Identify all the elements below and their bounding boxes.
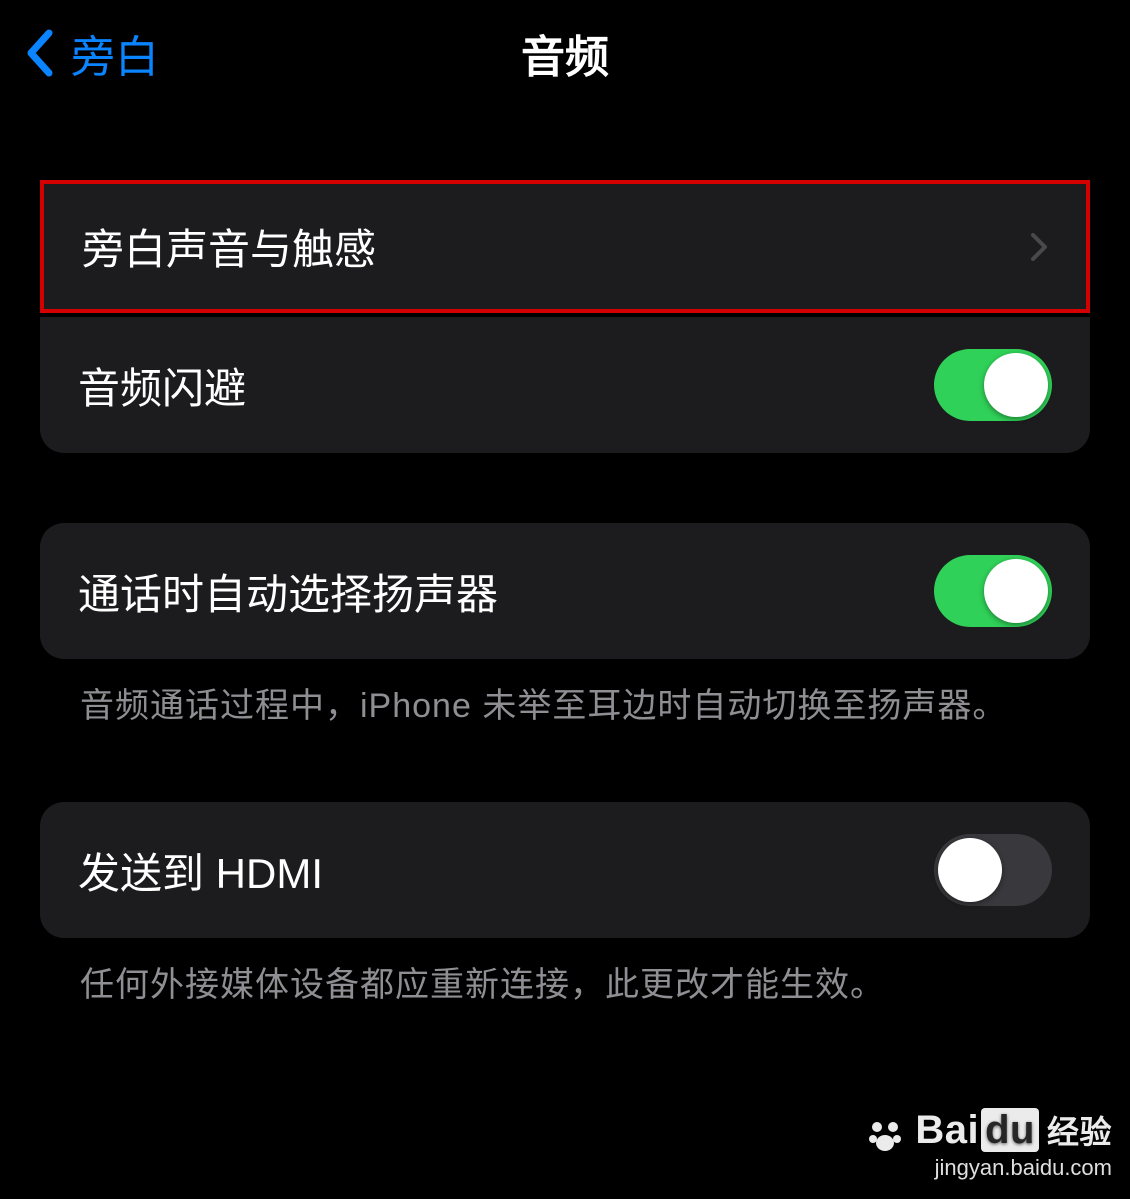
page-title: 音频 [521,21,609,85]
audio-ducking-row: 音频闪避 [40,317,1090,453]
settings-group-3: 发送到 HDMI 任何外接媒体设备都应重新连接，此更改才能生效。 [40,802,1090,1011]
chevron-right-icon [1030,232,1048,262]
settings-group-2: 通话时自动选择扬声器 音频通话过程中，iPhone 未举至耳边时自动切换至扬声器… [40,523,1090,732]
switch-knob [984,353,1048,417]
send-to-hdmi-toggle[interactable] [934,834,1052,906]
chevron-left-icon [25,29,53,77]
row-label: 通话时自动选择扬声器 [78,561,498,622]
switch-knob [984,559,1048,623]
row-label: 旁白声音与触感 [82,216,376,277]
send-to-hdmi-row: 发送到 HDMI [40,802,1090,938]
watermark-brand: Baidu [915,1108,1041,1153]
switch-knob [938,838,1002,902]
voiceover-sounds-haptics-row[interactable]: 旁白声音与触感 [40,180,1090,313]
paw-icon [867,1117,903,1153]
auto-select-speaker-row: 通话时自动选择扬声器 [40,523,1090,659]
audio-ducking-toggle[interactable] [934,349,1052,421]
navigation-bar: 旁白 音频 [0,0,1130,110]
settings-group-1: 旁白声音与触感 音频闪避 [40,180,1090,453]
group-footer: 音频通话过程中，iPhone 未举至耳边时自动切换至扬声器。 [40,659,1090,732]
group-footer: 任何外接媒体设备都应重新连接，此更改才能生效。 [40,938,1090,1011]
row-label: 发送到 HDMI [78,840,323,901]
back-label: 旁白 [71,21,159,85]
watermark-url: jingyan.baidu.com [867,1155,1112,1181]
row-label: 音频闪避 [78,355,246,416]
auto-select-speaker-toggle[interactable] [934,555,1052,627]
watermark: Baidu 经验 jingyan.baidu.com [867,1107,1112,1181]
back-button[interactable]: 旁白 [25,21,159,85]
watermark-suffix: 经验 [1047,1107,1112,1153]
